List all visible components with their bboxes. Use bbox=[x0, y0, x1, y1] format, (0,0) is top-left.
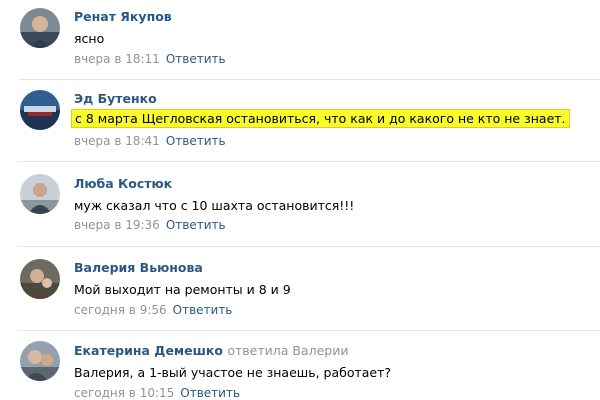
comment-text: Мой выходит на ремонты и 8 и 9 bbox=[74, 282, 291, 297]
comment-meta: вчера в 19:36 Ответить bbox=[74, 218, 226, 232]
user-photo-icon bbox=[20, 341, 60, 381]
user-photo-icon bbox=[20, 8, 60, 48]
avatar[interactable] bbox=[20, 259, 60, 299]
reply-note[interactable]: ответила Валерии bbox=[227, 343, 348, 358]
comment-item: Валерия Вьюнова Мой выходит на ремонты и… bbox=[0, 247, 600, 331]
user-photo-icon bbox=[20, 174, 60, 214]
author-name[interactable]: Ренат Якупов bbox=[74, 9, 172, 24]
comment-time[interactable]: сегодня в 9:56 bbox=[74, 303, 167, 317]
comment-meta: вчера в 18:41 Ответить bbox=[74, 134, 226, 148]
reply-button[interactable]: Ответить bbox=[166, 218, 226, 232]
reply-button[interactable]: Ответить bbox=[166, 52, 226, 66]
comment-text: ясно bbox=[74, 31, 105, 46]
author-name[interactable]: Валерия Вьюнова bbox=[74, 260, 203, 275]
avatar[interactable] bbox=[20, 8, 60, 48]
author-name[interactable]: Екатерина Демешко ответила Валерии bbox=[74, 343, 348, 358]
reply-button[interactable]: Ответить bbox=[173, 303, 233, 317]
comment-text: Валерия, а 1-вый участое не знаешь, рабо… bbox=[74, 365, 392, 380]
avatar[interactable] bbox=[20, 90, 60, 130]
comment-item: Люба Костюк муж сказал что с 10 шахта ос… bbox=[0, 162, 600, 246]
comment-meta: сегодня в 10:15 Ответить bbox=[74, 386, 240, 400]
comment-meta: вчера в 18:11 Ответить bbox=[74, 52, 226, 66]
user-photo-icon bbox=[20, 259, 60, 299]
comment-item: Екатерина Демешко ответила Валерии Валер… bbox=[0, 331, 600, 400]
comment-time[interactable]: вчера в 18:11 bbox=[74, 52, 160, 66]
reply-button[interactable]: Ответить bbox=[180, 386, 240, 400]
avatar[interactable] bbox=[20, 341, 60, 381]
author-name[interactable]: Люба Костюк bbox=[74, 176, 172, 191]
reply-button[interactable]: Ответить bbox=[166, 134, 226, 148]
author-name[interactable]: Эд Бутенко bbox=[74, 91, 157, 106]
comment-time[interactable]: вчера в 18:41 bbox=[74, 134, 160, 148]
comment-meta: сегодня в 9:56 Ответить bbox=[74, 303, 232, 317]
comment-text: муж сказал что с 10 шахта остановится!!! bbox=[74, 198, 355, 213]
comment-item: Ренат Якупов ясно вчера в 18:11 Ответить bbox=[0, 0, 600, 80]
avatar[interactable] bbox=[20, 174, 60, 214]
comment-item: Эд Бутенко с 8 марта Щегловская останови… bbox=[0, 80, 600, 162]
comment-text: с 8 марта Щегловская остановиться, что к… bbox=[71, 109, 570, 128]
comment-time[interactable]: сегодня в 10:15 bbox=[74, 386, 174, 400]
comment-time[interactable]: вчера в 19:36 bbox=[74, 218, 160, 232]
user-photo-icon bbox=[20, 90, 60, 130]
